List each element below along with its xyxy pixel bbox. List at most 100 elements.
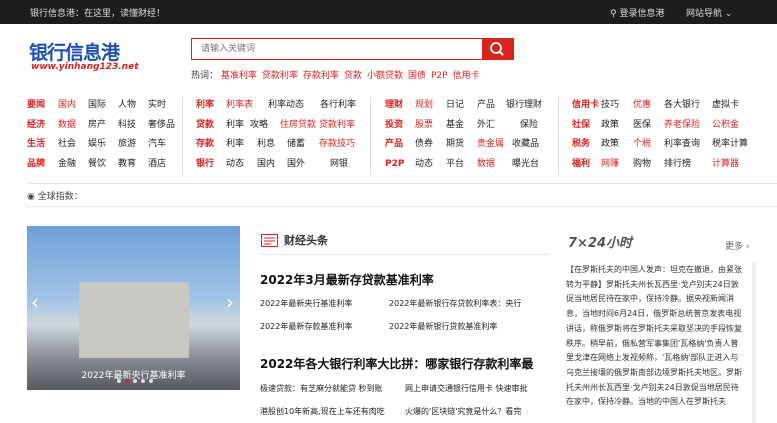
global-index[interactable]: ◉ 全球指数： <box>27 189 83 202</box>
category-link[interactable]: 娱乐 <box>88 135 106 154</box>
category-link[interactable]: 医保 <box>633 116 651 135</box>
category-heading[interactable]: 福利 <box>572 155 590 174</box>
category-link[interactable]: 国内 <box>257 155 275 174</box>
category-link[interactable]: 实时 <box>148 96 166 115</box>
category-heading[interactable]: 利率 <box>196 96 214 115</box>
category-link[interactable]: 收藏品 <box>512 135 539 154</box>
category-link[interactable]: 国际 <box>88 96 106 115</box>
category-link[interactable]: 人物 <box>118 96 136 115</box>
category-link[interactable]: 保险 <box>520 116 538 135</box>
hot-word[interactable]: 贷款 <box>344 71 362 81</box>
category-link[interactable]: 汽车 <box>148 135 166 154</box>
category-link[interactable]: 利率 <box>226 116 244 135</box>
headline[interactable]: 2022年各大银行利率大比拼：哪家银行存款利率最 <box>260 355 533 372</box>
category-heading[interactable]: 税务 <box>572 135 590 154</box>
category-link[interactable]: 虚拟卡 <box>712 96 739 115</box>
news-link[interactable]: 2022年最新存款基准利率 <box>260 321 352 332</box>
category-link[interactable]: 债券 <box>415 135 433 154</box>
category-heading[interactable]: 要闻 <box>27 96 45 115</box>
news-link[interactable]: 极速贷款：有芝麻分就能贷 秒到账 <box>260 383 383 394</box>
category-heading[interactable]: 经济 <box>27 116 45 135</box>
category-heading[interactable]: 投资 <box>385 116 403 135</box>
category-link[interactable]: 动态 <box>226 155 244 174</box>
category-link[interactable]: 国内 <box>58 96 76 115</box>
site-logo[interactable]: 银行信息港 www.yinhang123.net <box>29 38 139 78</box>
search-button[interactable] <box>482 39 513 59</box>
category-link[interactable]: 个税 <box>633 135 651 154</box>
category-link[interactable]: 计算器 <box>712 155 739 174</box>
chevron-left-icon[interactable]: ‹ <box>31 290 39 314</box>
category-link[interactable]: 社会 <box>58 135 76 154</box>
category-link[interactable]: 贷款利率 <box>319 116 355 135</box>
category-link[interactable]: 排行榜 <box>664 155 691 174</box>
category-link[interactable]: 数据 <box>477 155 495 174</box>
category-link[interactable]: 利率表 <box>226 96 253 115</box>
category-link[interactable]: 金融 <box>58 155 76 174</box>
news-link[interactable]: 2022年最新银行存贷款利率表：央行 <box>389 298 521 309</box>
category-link[interactable]: 利息 <box>257 135 275 154</box>
category-link[interactable]: 优惠 <box>633 96 651 115</box>
category-link[interactable]: 各行利率 <box>320 96 356 115</box>
category-link[interactable]: 技巧 <box>601 96 619 115</box>
category-link[interactable]: 贵金属 <box>477 135 504 154</box>
category-link[interactable]: 住房贷款 <box>280 116 316 135</box>
category-link[interactable]: 基金 <box>446 116 464 135</box>
category-link[interactable]: 公积金 <box>712 116 739 135</box>
category-heading[interactable]: 产品 <box>385 135 403 154</box>
category-link[interactable]: 政策 <box>601 116 619 135</box>
category-link[interactable]: 房产 <box>88 116 106 135</box>
category-heading[interactable]: 社保 <box>572 116 590 135</box>
category-link[interactable]: 国外 <box>287 155 305 174</box>
hot-word[interactable]: 信用卡 <box>453 71 480 81</box>
category-link[interactable]: 网银 <box>330 155 348 174</box>
category-heading[interactable]: 品牌 <box>27 155 45 174</box>
image-slider[interactable]: ‹ › 2022年最新央行基准利率 <box>27 226 240 390</box>
category-link[interactable]: 银行理财 <box>506 96 542 115</box>
category-heading[interactable]: 理财 <box>385 96 403 115</box>
news-link[interactable]: 网上申请交通银行信用卡 快速审批 <box>405 383 528 394</box>
category-link[interactable]: 日记 <box>446 96 464 115</box>
category-link[interactable]: 数据 <box>58 116 76 135</box>
category-link[interactable]: 教育 <box>118 155 136 174</box>
search-input[interactable] <box>192 39 483 59</box>
category-link[interactable]: 存款技巧 <box>319 135 355 154</box>
category-link[interactable]: 曝光台 <box>512 155 539 174</box>
category-link[interactable]: 餐饮 <box>88 155 106 174</box>
category-link[interactable]: 规划 <box>415 96 433 115</box>
category-heading[interactable]: 信用卡 <box>572 96 599 115</box>
category-link[interactable]: 储蓄 <box>287 135 305 154</box>
category-link[interactable]: 各大银行 <box>664 96 700 115</box>
category-link[interactable]: 政策 <box>601 135 619 154</box>
news-link[interactable]: 火爆的'区块链'究竟是什么？看完 <box>405 406 521 417</box>
category-heading[interactable]: 存款 <box>196 135 214 154</box>
category-link[interactable]: 动态 <box>415 155 433 174</box>
hot-word[interactable]: 贷款利率 <box>262 71 298 81</box>
category-link[interactable]: 购物 <box>633 155 651 174</box>
login-link[interactable]: ⚲ 登录信息港 <box>610 6 664 19</box>
news-link[interactable]: 港股创10年新高,现在上车还有肉吃 <box>260 406 385 417</box>
category-heading[interactable]: 银行 <box>196 155 214 174</box>
hot-word[interactable]: 存款利率 <box>303 71 339 81</box>
hot-word[interactable]: 国债 <box>408 71 426 81</box>
category-heading[interactable]: 贷款 <box>196 116 214 135</box>
category-link[interactable]: 网赚 <box>601 155 619 174</box>
category-link[interactable]: 养老保险 <box>664 116 700 135</box>
category-link[interactable]: 外汇 <box>477 116 495 135</box>
category-link[interactable]: 产品 <box>477 96 495 115</box>
category-link[interactable]: 期货 <box>446 135 464 154</box>
category-link[interactable]: 平台 <box>446 155 464 174</box>
site-nav-link[interactable]: 网站导航 ⌄ <box>686 6 732 19</box>
scrollbar[interactable] <box>752 262 756 423</box>
category-heading[interactable]: P2P <box>385 155 404 174</box>
chevron-right-icon[interactable]: › <box>226 290 234 314</box>
category-heading[interactable]: 生活 <box>27 135 45 154</box>
slide-dots[interactable] <box>117 368 157 387</box>
category-link[interactable]: 股票 <box>415 116 433 135</box>
category-link[interactable]: 旅游 <box>118 135 136 154</box>
more-link[interactable]: 更多 › <box>725 239 749 252</box>
news-link[interactable]: 2022年最新银行贷款基准利率 <box>389 321 497 332</box>
news-link[interactable]: 2022年最新央行基准利率 <box>260 298 352 309</box>
category-link[interactable]: 利率查询 <box>664 135 700 154</box>
category-link[interactable]: 酒店 <box>148 155 166 174</box>
category-link[interactable]: 利率动态 <box>268 96 304 115</box>
